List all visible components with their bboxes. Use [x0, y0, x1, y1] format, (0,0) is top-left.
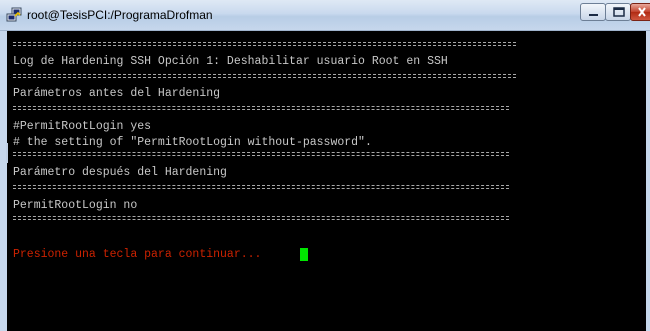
before-title: Parámetros antes del Hardening: [13, 87, 221, 100]
log-header: Log de Hardening SSH Opción 1: Deshabili…: [13, 55, 448, 68]
close-button[interactable]: [630, 3, 650, 21]
minimize-icon: [589, 14, 598, 16]
separator: [13, 185, 509, 186]
separator: [13, 152, 509, 153]
separator: [13, 45, 516, 46]
separator: [13, 216, 509, 217]
separator: [13, 77, 516, 78]
terminal-window: root@TesisPCI:/ProgramaDrofman Log de Ha…: [0, 0, 650, 331]
separator: [13, 155, 509, 156]
separator: [13, 106, 509, 107]
separator: [13, 109, 509, 110]
close-icon: [638, 7, 646, 17]
maximize-button[interactable]: [605, 3, 631, 21]
after-title: Parámetro después del Hardening: [13, 166, 227, 179]
putty-icon[interactable]: [6, 7, 22, 23]
window-title: root@TesisPCI:/ProgramaDrofman: [27, 8, 213, 22]
minimize-button[interactable]: [580, 3, 606, 21]
separator: [13, 219, 509, 220]
separator: [13, 188, 509, 189]
text-cursor: [300, 248, 308, 261]
after-line-1: PermitRootLogin no: [13, 199, 138, 212]
scroll-edge: [6, 143, 8, 163]
maximize-icon: [613, 7, 625, 17]
before-line-2: # the setting of "PermitRootLogin withou…: [13, 136, 372, 149]
terminal-output[interactable]: [0, 31, 650, 331]
separator: [13, 42, 516, 43]
before-line-1: #PermitRootLogin yes: [13, 120, 152, 133]
separator: [13, 74, 516, 75]
title-bar[interactable]: root@TesisPCI:/ProgramaDrofman: [0, 0, 650, 31]
continue-prompt: Presione una tecla para continuar...: [13, 248, 262, 261]
